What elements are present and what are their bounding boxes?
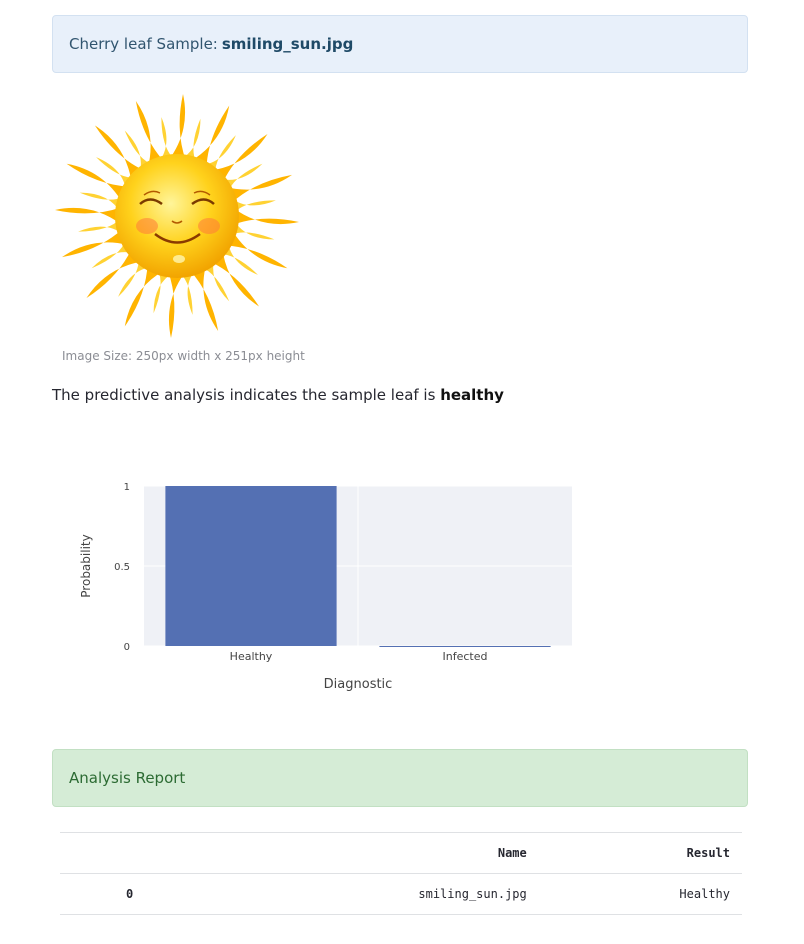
prediction-result: healthy bbox=[440, 386, 504, 404]
index-column-header bbox=[60, 832, 178, 874]
result-column-header: Result bbox=[538, 832, 742, 874]
table-header-row: Name Result bbox=[60, 832, 742, 874]
y-tick-label: 0.5 bbox=[114, 562, 130, 573]
y-tick-label: 0 bbox=[124, 642, 130, 653]
sample-filename: smiling_sun.jpg bbox=[221, 35, 354, 53]
x-tick-label: Infected bbox=[443, 650, 488, 663]
smiling-sun-image bbox=[52, 91, 302, 342]
row-name: smiling_sun.jpg bbox=[178, 873, 539, 915]
name-column-header: Name bbox=[178, 832, 539, 874]
sample-info-banner: Cherry leaf Sample: smiling_sun.jpg bbox=[52, 15, 748, 73]
sample-info-prefix: Cherry leaf Sample: bbox=[69, 35, 218, 53]
row-result: Healthy bbox=[538, 873, 742, 915]
x-tick-label: Healthy bbox=[230, 650, 273, 663]
y-axis-label: Probability bbox=[79, 534, 93, 597]
x-axis-label: Diagnostic bbox=[324, 677, 393, 692]
row-index: 0 bbox=[60, 873, 178, 915]
analysis-report-banner: Analysis Report bbox=[52, 749, 748, 807]
analysis-report-title: Analysis Report bbox=[69, 769, 186, 787]
table-row: 0 smiling_sun.jpg Healthy bbox=[60, 873, 742, 915]
image-size-caption: Image Size: 250px width x 251px height bbox=[62, 349, 305, 363]
bar-infected bbox=[379, 646, 551, 647]
bar-healthy bbox=[165, 486, 337, 646]
prediction-statement: The predictive analysis indicates the sa… bbox=[52, 386, 504, 404]
prediction-text: The predictive analysis indicates the sa… bbox=[52, 386, 441, 404]
y-tick-label: 1 bbox=[124, 482, 130, 493]
report-table: Name Result 0 smiling_sun.jpg Healthy bbox=[60, 832, 742, 915]
probability-bar-chart: 0 0.5 1 Healthy Infected Diagnostic Probabilit… bbox=[79, 482, 572, 692]
